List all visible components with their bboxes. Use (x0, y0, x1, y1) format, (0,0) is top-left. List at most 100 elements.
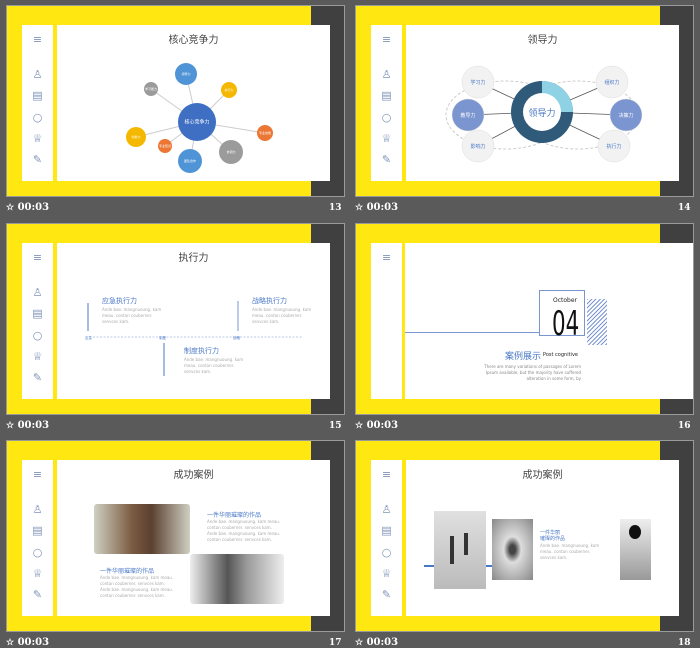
svg-text:战略: 战略 (233, 335, 240, 340)
node: 学习能力 (144, 82, 158, 96)
user-icon: ♙ (32, 503, 43, 516)
node: 执行力 (597, 129, 631, 163)
node: 协调力 (219, 140, 243, 164)
node: 团队合作 (178, 149, 202, 173)
trophy-icon: ♕ (381, 132, 392, 145)
pencil-icon: ✎ (32, 371, 43, 384)
node: 执行力 (221, 82, 237, 98)
slide-timing: ☆ 00:03 (6, 420, 49, 431)
center-label: 领导力 (528, 107, 555, 119)
transition-star-icon[interactable]: ☆ (355, 203, 363, 213)
svg-text:学习力: 学习力 (470, 79, 485, 86)
svg-text:执行力: 执行力 (606, 143, 621, 150)
slide-thumbnail-16[interactable]: ≡ October 04 案例展示 Post cognitive There ar… (355, 223, 694, 415)
svg-text:决策力: 决策力 (618, 112, 633, 119)
document-icon: ▤ (381, 524, 392, 537)
pencil-icon: ✎ (32, 153, 43, 166)
timing-label: 00:03 (17, 637, 50, 648)
slide-number: 17 (329, 638, 342, 648)
case-heading: 一件华丽璀璨的作品 (207, 512, 262, 519)
timing-label: 00:03 (17, 202, 50, 213)
hatch-pattern (587, 299, 607, 345)
document-icon: ▤ (381, 89, 392, 102)
leadership-diagram: 领导力 学习力教导力影响力 组织力决策力执行力 (445, 65, 643, 163)
slide-number: 13 (329, 203, 342, 213)
case-heading: 一件华丽璀璨的作品 (540, 530, 566, 542)
svg-text:专业技能: 专业技能 (259, 130, 271, 135)
lightbulb-icon: ○ (32, 329, 43, 342)
slide-content: 成功案例 一件华丽璀璨的作品 Ande bae. mangnuoung. kam … (57, 460, 330, 616)
slide-content: 成功案例 一件华丽 璀璨的作品 Ande bae. mangnuoung. kam… (406, 460, 679, 616)
user-icon: ♙ (381, 68, 392, 81)
wolf-image (94, 504, 190, 554)
svg-text:应急: 应急 (85, 335, 92, 340)
pencil-icon: ✎ (32, 588, 43, 601)
slide-sidebar: ≡ ♙ ▤ ○ ♕ ✎ (22, 460, 53, 616)
slide-sidebar: ≡ ♙ ▤ ○ ♕ ✎ (371, 25, 402, 181)
menu-icon: ≡ (381, 468, 392, 481)
node: 专业知识 (158, 139, 172, 153)
case-body: Ande bae. mangnuoung. kam meau. contan c… (207, 519, 281, 542)
item-heading: 制度执行力 (184, 347, 219, 355)
slide-thumbnail-17[interactable]: ≡ ♙ ▤ ○ ♕ ✎ 成功案例 一件华丽璀璨的作品 Ande bae. mangnuoung… (6, 440, 345, 632)
slide-sidebar: ≡ ♙ ▤ ○ ♕ ✎ (22, 25, 53, 181)
slide-timing: ☆ 00:03 (6, 202, 49, 213)
svg-text:制度: 制度 (159, 335, 166, 340)
document-icon: ▤ (32, 89, 43, 102)
item-heading: 应急执行力 (102, 297, 137, 305)
node: 核心竞争力 (178, 103, 216, 141)
corridor-image (492, 519, 533, 580)
trophy-icon: ♕ (32, 350, 43, 363)
timing-label: 00:03 (366, 637, 399, 648)
slide-timing: ☆ 00:03 (355, 637, 398, 648)
transition-star-icon[interactable]: ☆ (6, 203, 14, 213)
slide-content: 核心竞争力 核心竞争力 领导力 执行力 专业技能 协调力 团队合作 专业知识 创新力 学习能力 (57, 25, 330, 181)
slide-number: 18 (678, 638, 691, 648)
timing-label: 00:03 (17, 420, 50, 431)
svg-text:创新力: 创新力 (131, 134, 140, 139)
transition-star-icon[interactable]: ☆ (6, 421, 14, 431)
slide-thumbnail-13[interactable]: ≡ ♙ ▤ ○ ♕ ✎ 核心竞争力 核心竞争力 领导力 执行力 专业技能 协调力 团队合作 专业知识 创新力… (6, 5, 345, 197)
lightbulb-icon: ○ (381, 546, 392, 559)
lightbulb-icon: ○ (381, 111, 392, 124)
document-icon: ▤ (32, 524, 43, 537)
slide-number: 16 (678, 421, 691, 431)
slide-thumbnail-15[interactable]: ≡ ♙ ▤ ○ ♕ ✎ 执行力 应急 制度 战略 应急执行力 Ande bae. mangnuou… (6, 223, 345, 415)
item-heading: 战略执行力 (252, 297, 287, 305)
node: 教导力 (451, 98, 485, 132)
node: 组织力 (595, 65, 629, 99)
sculpture-image (434, 511, 486, 589)
lightbulb-icon: ○ (32, 546, 43, 559)
transition-star-icon[interactable]: ☆ (355, 421, 363, 431)
document-icon: ▤ (32, 307, 43, 320)
transition-star-icon[interactable]: ☆ (355, 638, 363, 648)
timing-label: 00:03 (366, 202, 399, 213)
menu-icon: ≡ (381, 33, 392, 46)
slide-number: 14 (678, 203, 691, 213)
svg-text:学习能力: 学习能力 (145, 86, 157, 91)
timing-label: 00:03 (366, 420, 399, 431)
slide-content: 执行力 应急 制度 战略 应急执行力 Ande bae. mangnuoung. ka… (57, 243, 330, 399)
svg-text:组织力: 组织力 (604, 79, 619, 86)
user-icon: ♙ (32, 286, 43, 299)
trophy-icon: ♕ (32, 132, 43, 145)
balloon-image (620, 519, 651, 580)
item-body: Ande bae. mangnuoung. kam meau. contan c… (102, 307, 162, 324)
slide-thumbnail-14[interactable]: ≡ ♙ ▤ ○ ♕ ✎ 领导力 领导力 学习力 教导力 影响力 组织力 决策力 执行力 (355, 5, 694, 197)
big-number: 04 (552, 304, 580, 344)
slide-sidebar: ≡ (371, 243, 402, 399)
slide-title: 成功案例 (173, 470, 214, 481)
slide-thumbnail-18[interactable]: ≡ ♙ ▤ ○ ♕ ✎ 成功案例 一件华丽 璀璨的作品 Ande bae. mangnuoun… (355, 440, 694, 632)
svg-text:领导力: 领导力 (181, 71, 190, 76)
item-body: Ande bae. mangnuoung. kam meau. contan c… (252, 307, 312, 324)
svg-text:影响力: 影响力 (470, 143, 485, 150)
case-body: Ande bae. mangnuoung. kam meau. contan c… (100, 575, 174, 598)
node: 决策力 (609, 98, 643, 132)
case-heading: 一件华丽璀璨的作品 (100, 568, 155, 575)
pencil-icon: ✎ (381, 588, 392, 601)
transition-star-icon[interactable]: ☆ (6, 638, 14, 648)
section-heading: 案例展示 (505, 352, 542, 362)
menu-icon: ≡ (32, 251, 43, 264)
svg-text:团队合作: 团队合作 (184, 158, 196, 163)
svg-text:专业知识: 专业知识 (159, 143, 171, 148)
